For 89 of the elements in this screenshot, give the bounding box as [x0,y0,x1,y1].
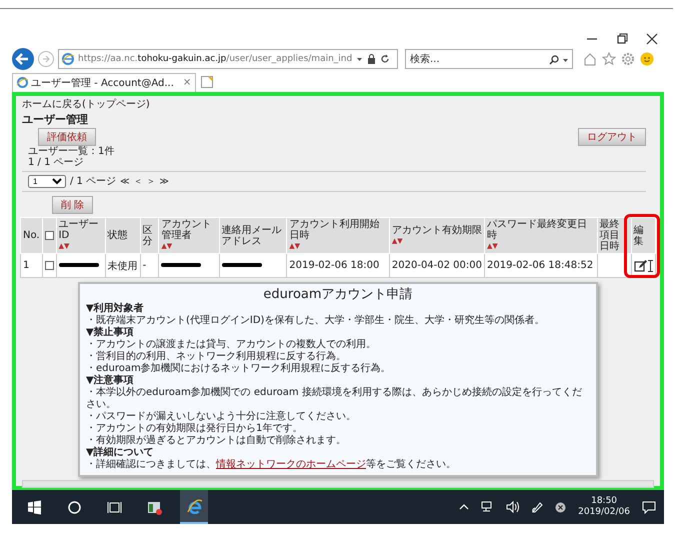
delete-button[interactable]: 削 除 [52,196,94,214]
tab-title: ユーザー管理 - Account@Ad... [31,76,174,90]
info-text: ・有効期限が過ぎるとアカウントは自動で削除されます。 [86,435,347,446]
table-cell: 2019-02-06 18:00 [289,260,380,271]
page-nav-link[interactable]: ＞ [146,175,156,188]
browser-tab[interactable]: ユーザー管理 - Account@Ad... × [12,72,196,92]
app-window-icon[interactable] [146,500,162,514]
clock-time[interactable]: 18:50 [591,496,618,507]
redaction-bar [58,263,99,268]
column-header: No. [23,230,40,241]
network-icon[interactable] [481,501,494,513]
search-field[interactable]: 検索... [405,49,573,69]
text-cursor-icon [648,260,653,272]
info-text: ・既存端末アカウント(代理ログインID)を保有した、大学・学部生・院生、大学・研究生等の関係者。 [86,315,546,326]
redaction-bar [222,263,262,268]
task-view-icon[interactable] [106,500,122,514]
smiley-icon[interactable] [640,52,654,66]
browser-logo-icon[interactable] [186,498,202,514]
page-total: / 1 ページ [70,176,116,187]
checkbox[interactable] [44,260,54,270]
column-header: 編集 [634,224,645,246]
homepage-link[interactable]: 情報ネットワークのホームページ [216,459,366,470]
info-text: ・詳細確認につきましては、 [86,459,216,470]
edit-icon[interactable] [634,260,647,272]
page-select[interactable]: 1 [28,175,66,188]
start-icon[interactable] [26,500,42,514]
section-heading: ▼利用対象者 [86,303,145,314]
search-icon[interactable] [549,55,559,65]
table-cell: 2019-02-06 18:48:52 [487,260,594,271]
column-header[interactable]: アカウント利用開始日時 [289,219,387,241]
new-tab-icon[interactable] [200,75,214,89]
info-text: ・アカウントの譲渡または貸与、アカウントの複数人での利用。 [86,339,377,350]
table-cell: - [142,260,146,271]
address-field[interactable]: https://aa.nc.tohoku-gakuin.ac.jp/user/user_applies/main_ind [58,49,398,69]
back-button[interactable] [12,48,34,70]
page-nav-link[interactable]: ≪ [120,176,130,186]
section-heading: ▼注意事項 [86,375,135,386]
search-circle-icon[interactable] [66,500,82,514]
table-cell: 1 [23,260,30,271]
section-heading: ▼詳細について [86,447,155,458]
table-cell: 未使用 [108,260,138,272]
url-text: https://aa.nc.tohoku-gakuin.ac.jp/user/user_applies/main_ind [78,54,352,64]
column-header: 状態 [108,230,129,241]
horizontal-scrollbar[interactable] [22,480,654,488]
redaction-bar [161,263,202,268]
column-header[interactable]: アカウント管理者 [161,219,217,241]
request-button[interactable]: 評価依頼 [38,128,96,146]
dropdown-icon[interactable] [562,56,569,64]
column-header: 区分 [142,224,154,246]
dropdown-icon[interactable] [356,56,364,62]
star-icon[interactable] [602,52,616,66]
column-header[interactable]: ユーザーID [58,219,103,241]
column-header[interactable]: パスワード最終変更日時 [487,219,595,241]
page-nav-link[interactable]: ≫ [160,176,169,186]
info-text: ・営利目的の利用、ネットワーク利用規程に反する行為。 [86,351,347,362]
user-count: ユーザー一覧：1件 [27,146,116,157]
info-text: ・eduroam参加機関におけるネットワーク利用規程に反する行為。 [86,363,392,374]
column-header[interactable]: アカウント有効期限 [392,224,482,236]
column-header: 連絡用メールアドレス [222,224,283,246]
restore-icon[interactable] [616,33,628,45]
column-header: 最終項目日時 [600,219,621,252]
section-heading: ▼禁止事項 [86,327,135,339]
clock-date[interactable]: 2019/02/06 [578,507,630,518]
home-icon[interactable] [583,52,597,66]
volume-icon[interactable] [506,501,520,513]
page-nav-link[interactable]: ＜ [134,175,143,188]
close-icon[interactable] [646,33,658,45]
info-text: ・本学以外のeduroam参加機関での eduroam 接続環境を利用する際は、あらかじめ接続の設定を行ってください。 [86,387,583,410]
refresh-icon[interactable] [380,54,390,64]
browser-logo-icon [17,77,28,88]
popup-title: eduroamアカウント申請 [262,287,414,302]
pen-icon[interactable] [531,501,544,513]
info-text: ・パスワードが漏えいしないよう十分に注意してください。 [86,411,357,422]
notification-icon[interactable] [642,500,656,514]
lock-icon [367,54,376,64]
info-text: 等をご覧ください。 [366,459,456,470]
page-count: 1 / 1 ページ [27,157,85,168]
info-text: ・アカウントの有効期限は発行日から1年です。 [86,423,304,434]
settings-icon[interactable] [621,52,635,66]
table-cell: 2020-04-02 00:00 [392,260,482,271]
highlight-frame [624,214,660,278]
checkbox[interactable] [44,230,54,240]
tab-close-button[interactable]: × [182,77,192,88]
page-heading: ユーザー管理 [22,112,89,127]
logout-button[interactable]: ログアウト [578,128,646,146]
browser-logo-icon [62,53,74,65]
error-circle-icon[interactable] [555,502,566,512]
home-link[interactable]: ホームに戻る(トップページ) [22,99,654,111]
chevron-up-icon[interactable] [459,502,470,512]
